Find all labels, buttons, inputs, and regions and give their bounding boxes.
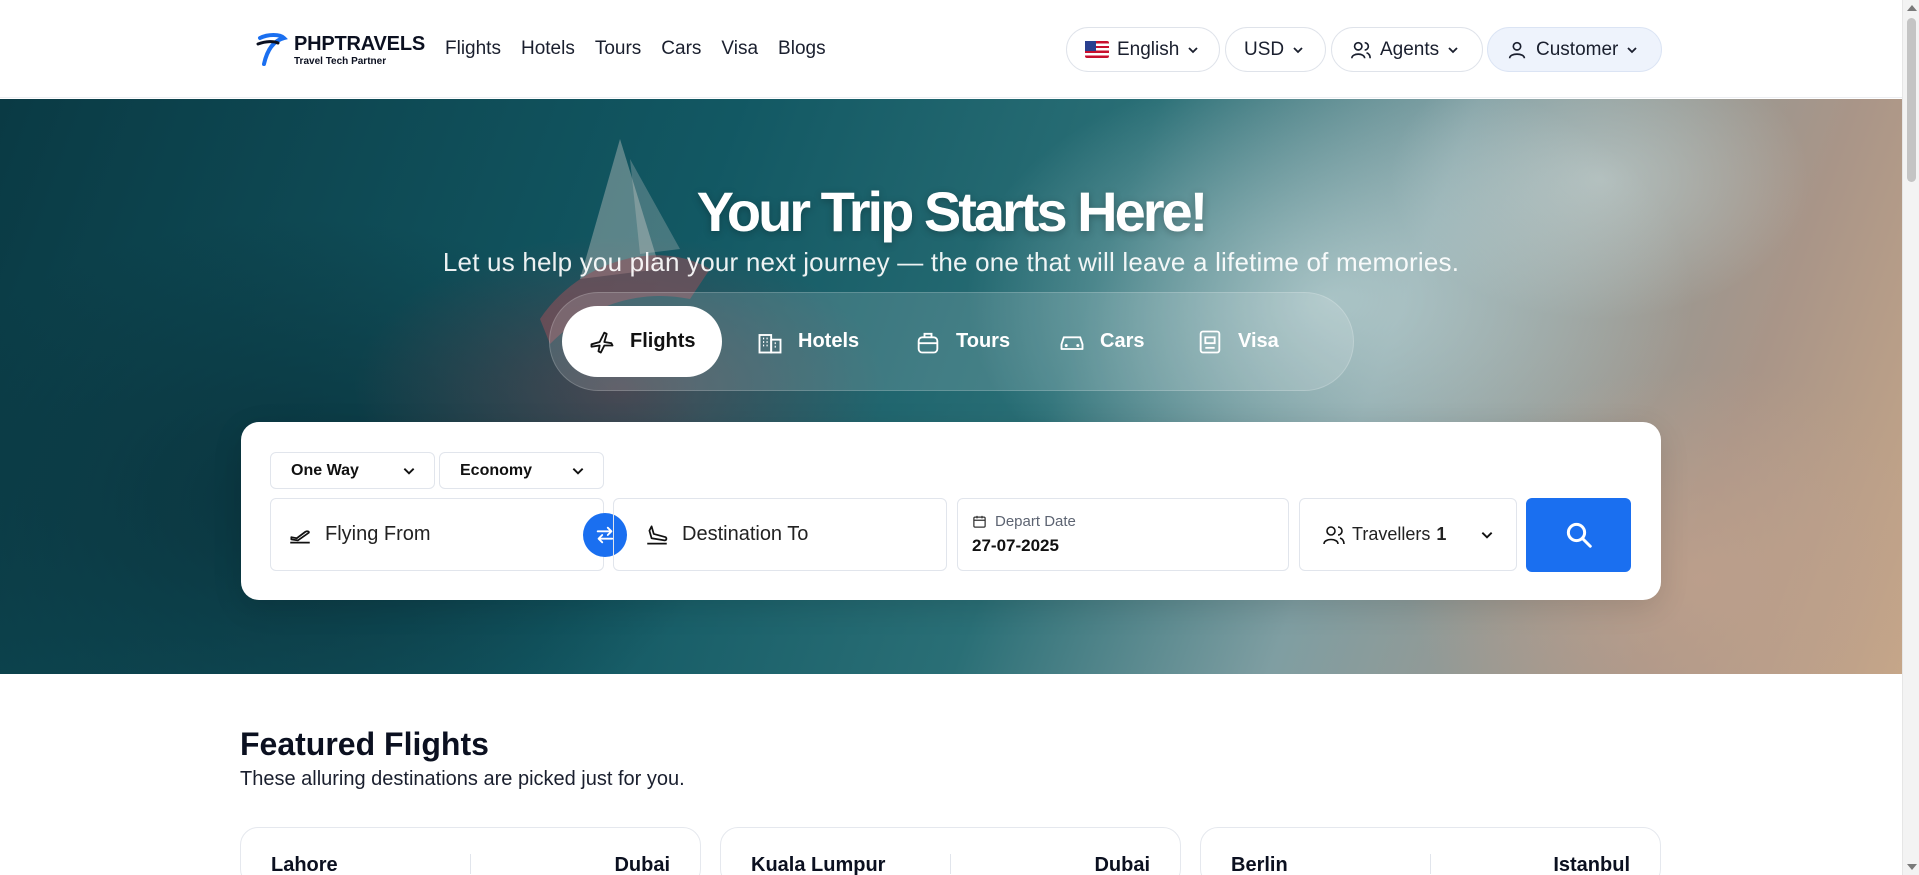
depart-date-label: Depart Date: [995, 513, 1076, 530]
brand-name: PHPTRAVELS: [294, 32, 425, 55]
tab-hotels[interactable]: Hotels: [730, 306, 885, 377]
destination-placeholder: Destination To: [682, 523, 809, 545]
chevron-down-icon: [1481, 531, 1493, 539]
tab-visa[interactable]: Visa: [1170, 306, 1305, 377]
luggage-icon: [917, 332, 939, 353]
chevron-down-icon: [403, 467, 415, 475]
trip-type-select[interactable]: One Way: [270, 452, 435, 489]
us-flag-icon: [1085, 41, 1109, 58]
main-nav: Flights Hotels Tours Cars Visa Blogs: [445, 38, 826, 60]
card-divider: [950, 854, 951, 874]
customer-label: Customer: [1536, 38, 1619, 60]
flight-origin: Lahore: [271, 854, 338, 875]
chevron-down-icon: [1293, 46, 1303, 53]
card-divider: [1430, 854, 1431, 874]
featured-flight-card[interactable]: Kuala Lumpur Dubai: [720, 827, 1181, 875]
destination-input[interactable]: Destination To: [613, 498, 947, 571]
depart-date-input[interactable]: Depart Date 27-07-2025: [957, 498, 1289, 571]
flight-search-form: One Way Economy Flying From Destination …: [241, 422, 1661, 600]
chevron-down-icon: [572, 467, 584, 475]
travellers-label: Travellers: [1352, 524, 1431, 544]
flying-from-input[interactable]: Flying From: [270, 498, 604, 571]
featured-flight-card[interactable]: Berlin Istanbul: [1200, 827, 1661, 875]
user-icon: [1508, 41, 1526, 59]
tab-visa-label: Visa: [1238, 330, 1279, 352]
hero-subtitle: Let us help you plan your next journey —…: [442, 247, 1460, 277]
car-icon: [1060, 335, 1084, 350]
customer-dropdown[interactable]: Customer: [1487, 27, 1662, 72]
flight-destination: Istanbul: [1553, 854, 1630, 875]
flight-destination: Dubai: [1094, 854, 1150, 875]
nav-blogs[interactable]: Blogs: [778, 38, 826, 60]
nav-visa[interactable]: Visa: [721, 38, 758, 60]
scroll-down-arrow-icon[interactable]: [1907, 864, 1917, 870]
travellers-dropdown[interactable]: Travellers 1: [1299, 498, 1517, 571]
language-label: English: [1117, 38, 1180, 60]
tab-tours[interactable]: Tours: [888, 306, 1036, 377]
scroll-up-arrow-icon[interactable]: [1907, 5, 1917, 11]
building-icon: [758, 333, 782, 353]
tab-cars-label: Cars: [1100, 330, 1145, 352]
logo-mark-icon: [256, 33, 288, 66]
travellers-count: 1: [1436, 524, 1447, 544]
flying-from-placeholder: Flying From: [325, 523, 431, 545]
page-scrollbar[interactable]: [1902, 0, 1919, 875]
cabin-class-select[interactable]: Economy: [439, 452, 604, 489]
tab-cars[interactable]: Cars: [1032, 306, 1170, 377]
tab-tours-label: Tours: [956, 330, 1011, 352]
hero-title: Your Trip Starts Here!: [696, 180, 1209, 243]
featured-flight-card[interactable]: Lahore Dubai: [240, 827, 701, 875]
language-dropdown[interactable]: English: [1066, 27, 1220, 72]
search-button[interactable]: [1526, 498, 1631, 572]
brand-logo[interactable]: PHPTRAVELS Travel Tech Partner: [254, 30, 425, 70]
service-tabs: Flights Hotels Tours Cars Visa: [549, 292, 1354, 391]
takeoff-icon: [290, 529, 310, 543]
nav-tours[interactable]: Tours: [595, 38, 641, 60]
brand-tagline: Travel Tech Partner: [294, 55, 387, 67]
plane-icon: [590, 331, 614, 353]
currency-dropdown[interactable]: USD: [1225, 27, 1326, 72]
agents-label: Agents: [1380, 38, 1440, 60]
calendar-icon: [973, 515, 986, 528]
featured-subtitle: These alluring destinations are picked j…: [240, 768, 685, 790]
landing-icon: [647, 524, 668, 545]
users-icon: [1351, 41, 1371, 58]
chevron-down-icon: [1188, 46, 1198, 53]
passport-icon: [1199, 330, 1221, 353]
trip-type-value: One Way: [291, 461, 359, 479]
agents-dropdown[interactable]: Agents: [1331, 27, 1483, 72]
currency-label: USD: [1244, 38, 1285, 60]
flight-destination: Dubai: [614, 854, 670, 875]
tab-flights-label: Flights: [630, 330, 696, 352]
chevron-down-icon: [1448, 46, 1458, 53]
nav-cars[interactable]: Cars: [661, 38, 701, 60]
flight-origin: Kuala Lumpur: [751, 854, 886, 875]
tab-flights[interactable]: Flights: [562, 306, 722, 377]
site-header: PHPTRAVELS Travel Tech Partner Flights H…: [0, 0, 1902, 98]
card-divider: [470, 854, 471, 874]
search-icon: [1566, 522, 1592, 548]
depart-date-value: 27-07-2025: [972, 536, 1059, 555]
nav-hotels[interactable]: Hotels: [521, 38, 575, 60]
scrollbar-thumb[interactable]: [1907, 18, 1916, 182]
nav-flights[interactable]: Flights: [445, 38, 501, 60]
chevron-down-icon: [1627, 46, 1637, 53]
tab-hotels-label: Hotels: [798, 330, 860, 352]
users-icon: [1323, 525, 1345, 544]
featured-title: Featured Flights: [240, 726, 489, 762]
cabin-class-value: Economy: [460, 461, 533, 479]
flight-origin: Berlin: [1231, 854, 1288, 875]
